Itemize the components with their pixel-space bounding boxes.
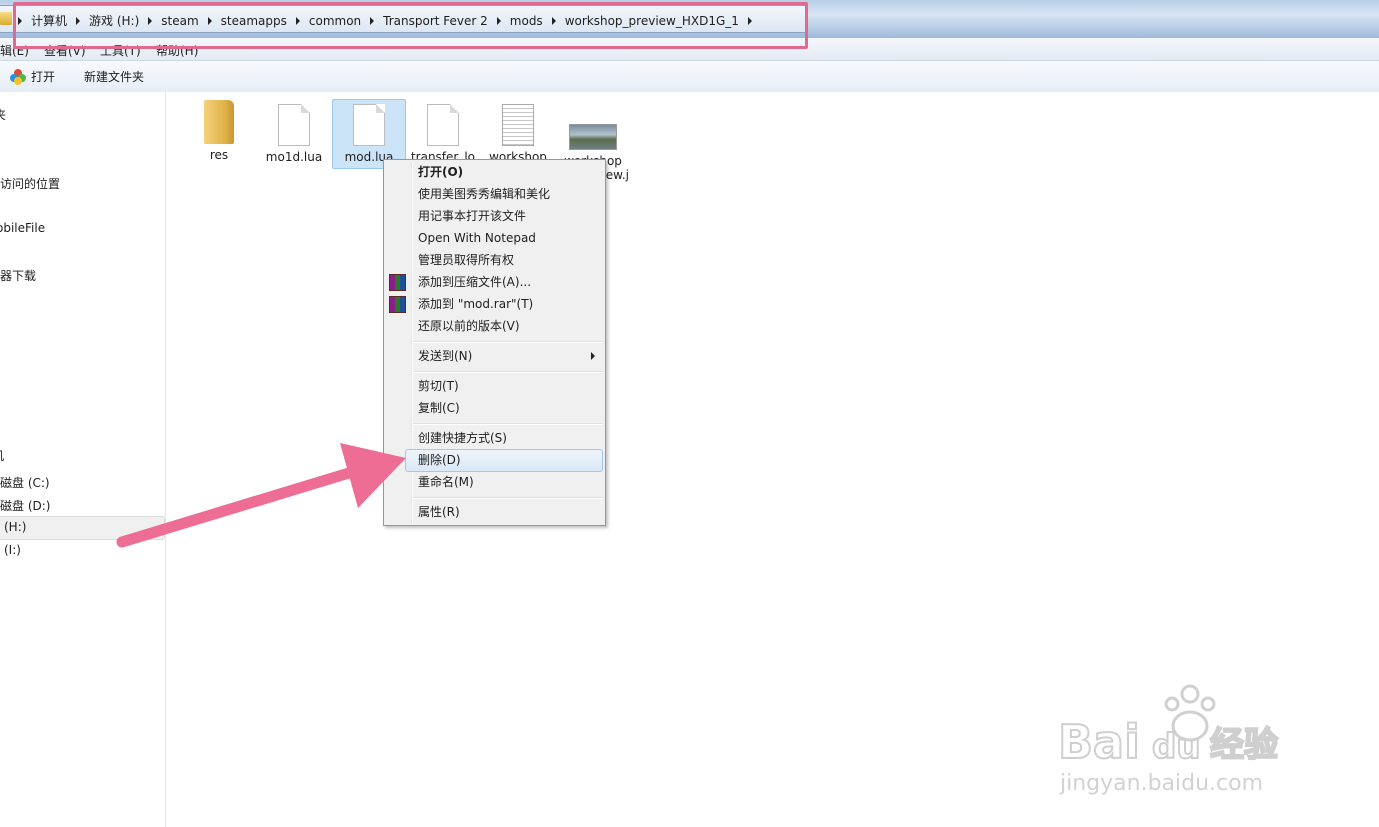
watermark-url: jingyan.baidu.com bbox=[1059, 771, 1263, 796]
svg-text:du: du bbox=[1152, 727, 1201, 767]
baidu-jingyan-watermark: Bai du 经验 jingyan.baidu.com bbox=[1058, 684, 1279, 796]
watermark-brand-cn: 经验 bbox=[1210, 725, 1278, 765]
watermark-brand: Bai bbox=[1058, 715, 1140, 769]
